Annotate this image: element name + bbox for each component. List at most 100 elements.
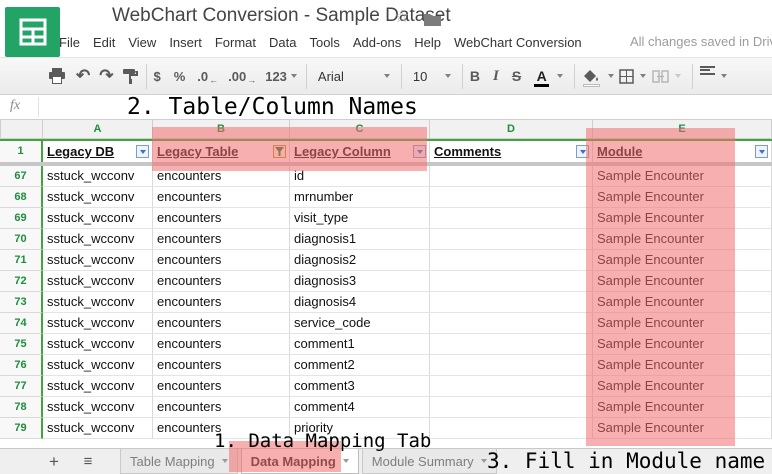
grid-cell[interactable]: Sample Encounter: [593, 292, 772, 313]
grid-cell[interactable]: mrnumber: [290, 187, 430, 208]
column-letter-b[interactable]: B: [153, 119, 290, 139]
menu-data[interactable]: Data: [269, 35, 296, 50]
formula-bar[interactable]: fx: [0, 95, 772, 120]
header-cell-b[interactable]: Legacy Table: [153, 141, 290, 162]
grid-cell[interactable]: Sample Encounter: [593, 355, 772, 376]
row-number[interactable]: 1: [0, 141, 43, 162]
grid-cell[interactable]: diagnosis4: [290, 292, 430, 313]
grid-cell[interactable]: [430, 334, 593, 355]
menu-webchart-conversion[interactable]: WebChart Conversion: [454, 35, 582, 50]
borders-button[interactable]: [619, 64, 634, 88]
print-button[interactable]: [48, 64, 66, 88]
grid-cell[interactable]: comment3: [290, 376, 430, 397]
format-percent-button[interactable]: %: [174, 64, 186, 88]
row-number[interactable]: 76: [0, 355, 43, 376]
corner-cell[interactable]: [0, 119, 43, 139]
grid-cell[interactable]: visit_type: [290, 208, 430, 229]
grid-cell[interactable]: service_code: [290, 313, 430, 334]
grid-cell[interactable]: diagnosis1: [290, 229, 430, 250]
grid-cell[interactable]: [430, 187, 593, 208]
menu-format[interactable]: Format: [215, 35, 256, 50]
filter-dropdown-icon[interactable]: [576, 145, 589, 158]
filter-funnel-icon[interactable]: [273, 145, 286, 158]
menu-help[interactable]: Help: [414, 35, 441, 50]
row-number[interactable]: 73: [0, 292, 43, 313]
column-letter-c[interactable]: C: [290, 119, 430, 139]
row-number[interactable]: 71: [0, 250, 43, 271]
grid-cell[interactable]: sstuck_wcconv: [43, 292, 153, 313]
grid-cell[interactable]: sstuck_wcconv: [43, 397, 153, 418]
bold-button[interactable]: B: [470, 64, 480, 88]
grid-cell[interactable]: [430, 376, 593, 397]
grid-cell[interactable]: encounters: [153, 397, 290, 418]
menu-file[interactable]: File: [59, 35, 80, 50]
filter-dropdown-icon[interactable]: [413, 145, 426, 158]
grid-cell[interactable]: sstuck_wcconv: [43, 355, 153, 376]
redo-button[interactable]: ↷: [99, 64, 113, 88]
folder-icon[interactable]: [424, 12, 441, 31]
all-sheets-button[interactable]: ≡: [78, 453, 98, 470]
menu-tools[interactable]: Tools: [309, 35, 339, 50]
format-currency-button[interactable]: $: [154, 64, 161, 88]
grid-cell[interactable]: encounters: [153, 292, 290, 313]
more-formats-button[interactable]: 123: [265, 64, 297, 88]
grid-cell[interactable]: [430, 292, 593, 313]
grid-cell[interactable]: comment1: [290, 334, 430, 355]
row-number[interactable]: 75: [0, 334, 43, 355]
increase-decimal-button[interactable]: .00→: [228, 64, 256, 88]
row-number[interactable]: 78: [0, 397, 43, 418]
paint-format-button[interactable]: [122, 64, 139, 88]
grid-cell[interactable]: comment2: [290, 355, 430, 376]
row-number[interactable]: 74: [0, 313, 43, 334]
grid-cell[interactable]: [430, 229, 593, 250]
grid-cell[interactable]: Sample Encounter: [593, 208, 772, 229]
grid-cell[interactable]: sstuck_wcconv: [43, 208, 153, 229]
grid-cell[interactable]: sstuck_wcconv: [43, 271, 153, 292]
menu-edit[interactable]: Edit: [93, 35, 115, 50]
row-number[interactable]: 69: [0, 208, 43, 229]
grid-cell[interactable]: encounters: [153, 208, 290, 229]
tab-data-mapping[interactable]: Data Mapping: [241, 449, 359, 474]
filter-dropdown-icon[interactable]: [755, 145, 768, 158]
strikethrough-button[interactable]: S: [512, 64, 521, 88]
menu-view[interactable]: View: [128, 35, 156, 50]
horizontal-align-button[interactable]: [700, 64, 715, 88]
grid-cell[interactable]: encounters: [153, 271, 290, 292]
font-family-select[interactable]: Arial: [314, 64, 394, 88]
grid-cell[interactable]: [430, 271, 593, 292]
grid-cell[interactable]: encounters: [153, 229, 290, 250]
grid-cell[interactable]: sstuck_wcconv: [43, 250, 153, 271]
grid-cell[interactable]: id: [290, 166, 430, 187]
undo-button[interactable]: ↶: [76, 64, 90, 88]
grid-cell[interactable]: encounters: [153, 187, 290, 208]
grid-cell[interactable]: encounters: [153, 418, 290, 439]
sheets-logo[interactable]: [5, 7, 60, 57]
font-size-select[interactable]: 10: [409, 64, 455, 88]
header-cell-e[interactable]: Module: [593, 141, 772, 162]
grid-cell[interactable]: Sample Encounter: [593, 313, 772, 334]
grid-cell[interactable]: sstuck_wcconv: [43, 418, 153, 439]
decrease-decimal-button[interactable]: .0←: [197, 64, 218, 88]
grid-cell[interactable]: [430, 355, 593, 376]
star-icon[interactable]: ☆: [394, 7, 409, 27]
grid-cell[interactable]: [430, 250, 593, 271]
grid-cell[interactable]: Sample Encounter: [593, 229, 772, 250]
merge-cells-button[interactable]: [652, 64, 669, 88]
tab-module-summary[interactable]: Module Summary: [362, 449, 497, 474]
header-cell-d[interactable]: Comments: [430, 141, 593, 162]
row-number[interactable]: 67: [0, 166, 43, 187]
grid-cell[interactable]: sstuck_wcconv: [43, 334, 153, 355]
grid-cell[interactable]: Sample Encounter: [593, 250, 772, 271]
grid-cell[interactable]: Sample Encounter: [593, 271, 772, 292]
header-cell-c[interactable]: Legacy Column: [290, 141, 430, 162]
grid-cell[interactable]: Sample Encounter: [593, 187, 772, 208]
grid-cell[interactable]: sstuck_wcconv: [43, 229, 153, 250]
menu-insert[interactable]: Insert: [169, 35, 202, 50]
grid-cell[interactable]: sstuck_wcconv: [43, 376, 153, 397]
grid-cell[interactable]: encounters: [153, 250, 290, 271]
grid-cell[interactable]: encounters: [153, 376, 290, 397]
header-cell-a[interactable]: Legacy DB: [43, 141, 153, 162]
grid-cell[interactable]: comment4: [290, 397, 430, 418]
grid-cell[interactable]: encounters: [153, 334, 290, 355]
grid-cell[interactable]: encounters: [153, 355, 290, 376]
